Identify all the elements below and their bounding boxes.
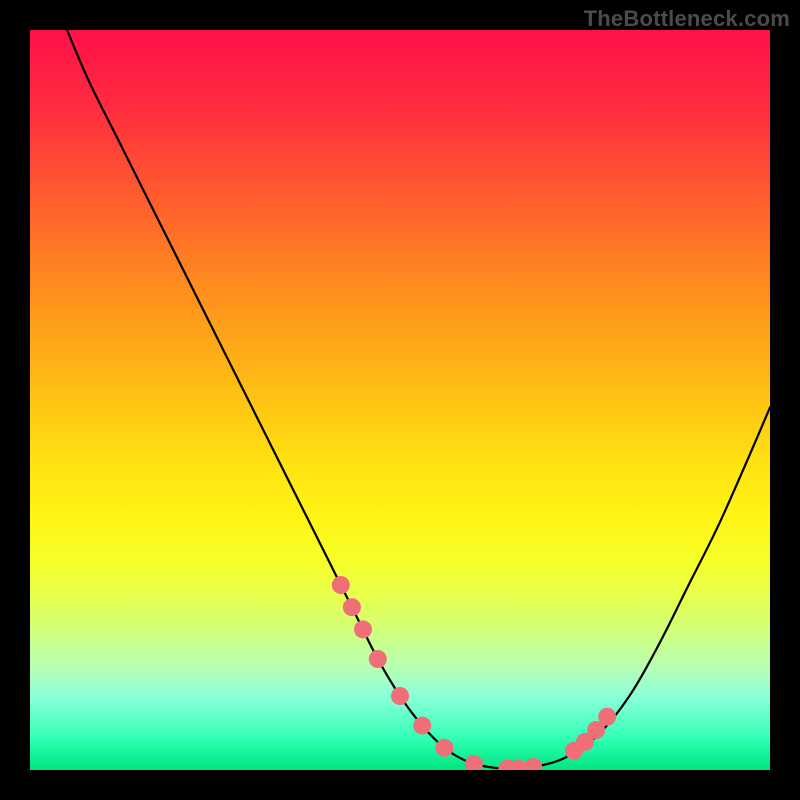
highlight-markers [332, 576, 616, 770]
chart-frame: TheBottleneck.com [0, 0, 800, 800]
marker-point [524, 758, 542, 770]
marker-point [343, 598, 361, 616]
watermark-text: TheBottleneck.com [584, 6, 790, 32]
bottleneck-curve [67, 30, 770, 769]
marker-point [332, 576, 350, 594]
marker-point [354, 620, 372, 638]
marker-point [391, 687, 409, 705]
curve-layer [30, 30, 770, 770]
marker-point [598, 708, 616, 726]
marker-point [435, 739, 453, 757]
marker-point [413, 717, 431, 735]
marker-point [369, 650, 387, 668]
marker-point [465, 755, 483, 770]
plot-area [30, 30, 770, 770]
